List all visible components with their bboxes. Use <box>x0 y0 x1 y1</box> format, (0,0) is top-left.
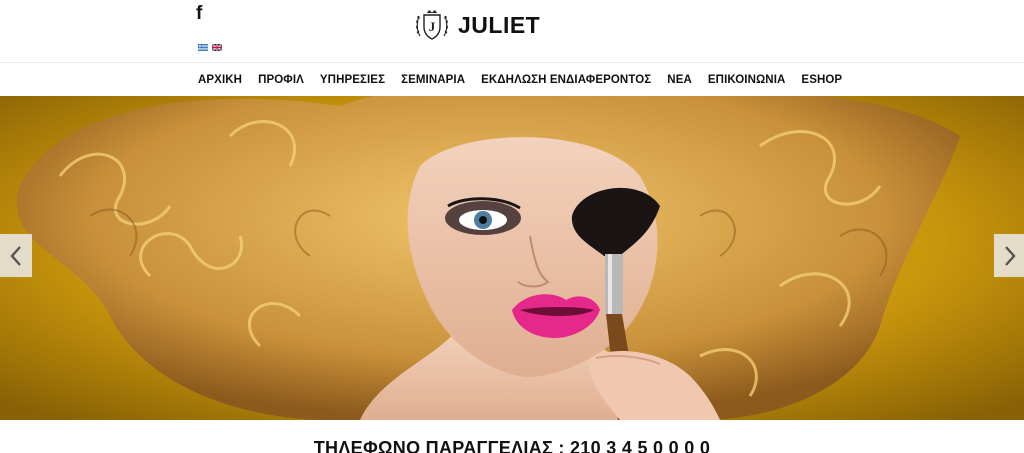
chevron-right-icon <box>1005 245 1016 266</box>
order-phone-heading: ΤΗΛΕΦΩΝΟ ΠΑΡΑΓΓΕΛΙΑΣ : 210 3 4 5 0 0 0 0 <box>313 438 711 453</box>
nav-item-contact[interactable]: ΕΠΙΚΟΙΝΩΝΙΑ <box>708 74 786 86</box>
greek-flag-icon[interactable] <box>198 44 208 51</box>
site-logo[interactable]: J JULIET <box>412 5 540 45</box>
nav-item-seminars[interactable]: ΣΕΜΙΝΑΡΙΑ <box>401 74 465 86</box>
nav-item-home[interactable]: ΑΡΧΙΚΗ <box>198 74 242 86</box>
nav-item-news[interactable]: ΝΕΑ <box>667 74 692 86</box>
logo-emblem-icon: J <box>416 10 448 40</box>
logo-text: JULIET <box>458 11 541 38</box>
nav-item-expression-of-interest[interactable]: ΕΚΔΗΛΩΣΗ ΕΝΔΙΑΦΕΡΟΝΤΟΣ <box>481 74 651 86</box>
language-switcher <box>198 44 222 51</box>
nav-list: ΑΡΧΙΚΗ ΠΡΟΦΙΛ ΥΠΗΡΕΣΙΕΣ ΣΕΜΙΝΑΡΙΑ ΕΚΔΗΛΩ… <box>198 63 842 96</box>
nav-item-eshop[interactable]: ESHOP <box>801 74 842 86</box>
slider-next-button[interactable] <box>994 234 1024 277</box>
nav-item-services[interactable]: ΥΠΗΡΕΣΙΕΣ <box>320 74 385 86</box>
nav-item-profile[interactable]: ΠΡΟΦΙΛ <box>258 74 304 86</box>
logo-emblem-letter: J <box>429 19 436 34</box>
main-navigation: ΑΡΧΙΚΗ ΠΡΟΦΙΛ ΥΠΗΡΕΣΙΕΣ ΣΕΜΙΝΑΡΙΑ ΕΚΔΗΛΩ… <box>0 62 1024 96</box>
uk-flag-icon[interactable] <box>212 44 222 51</box>
slider-prev-button[interactable] <box>0 234 32 277</box>
site-header: f J JULIET <box>0 0 1024 62</box>
chevron-left-icon <box>10 245 21 266</box>
facebook-icon[interactable]: f <box>196 4 202 24</box>
hero-slider <box>0 96 1024 420</box>
page: f J JULIET ΑΡΧΙΚΗ ΠΡΟΦΙΛ ΥΠΗΡΕΣΙΕΣ ΣΕΜΙΝ… <box>0 0 1024 453</box>
hero-image <box>0 96 1024 420</box>
